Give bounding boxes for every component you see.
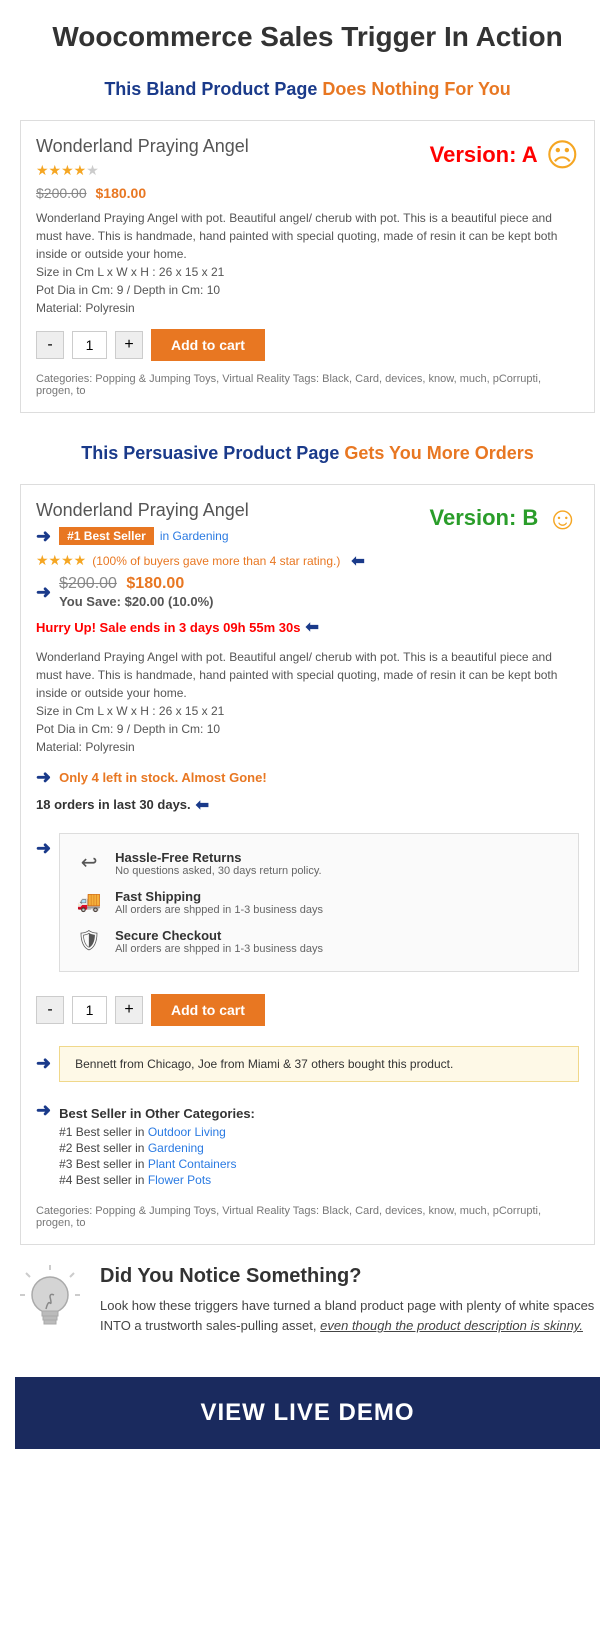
version-b-qty-cart: - + Add to cart: [36, 994, 579, 1026]
notice-heading: Did You Notice Something?: [100, 1265, 600, 1288]
arrow-stock: ➜: [36, 767, 51, 788]
arrow-hurry: ⬅: [305, 617, 318, 637]
secure-icon: 🛡: [75, 928, 103, 953]
section-heading-b-orange: Gets You More Orders: [344, 443, 533, 463]
stock-text: Only 4 left in stock. Almost Gone!: [59, 770, 267, 785]
orders-text: 18 orders in last 30 days.: [36, 797, 191, 812]
notice-italic: even though the product description is s…: [320, 1318, 583, 1333]
sad-face-icon: ☹: [546, 136, 579, 174]
section-heading-a-orange: Does Nothing For You: [322, 79, 510, 99]
trust-checkout: 🛡 Secure Checkout All orders are shpped …: [75, 922, 563, 961]
best-seller-1-link[interactable]: Outdoor Living: [148, 1125, 226, 1139]
best-seller-4-link[interactable]: Flower Pots: [148, 1173, 211, 1187]
best-seller-4: #4 Best seller in Flower Pots: [59, 1173, 255, 1187]
arrow-best-seller: ➜: [36, 526, 51, 547]
version-a-label: Version: A: [430, 142, 538, 168]
version-a-qty-minus[interactable]: -: [36, 331, 64, 359]
version-a-badge: Version: A ☹: [430, 136, 579, 174]
version-a-add-to-cart[interactable]: Add to cart: [151, 329, 265, 361]
trust-box: ↩ Hassle-Free Returns No questions asked…: [59, 833, 579, 972]
version-a-price-sale: $180.00: [96, 185, 147, 201]
shipping-icon: 🚚: [75, 889, 103, 914]
version-a-qty-input[interactable]: [72, 331, 107, 359]
rating-row: ★★★★ (100% of buyers gave more than 4 st…: [36, 551, 579, 571]
trust-shipping-desc: All orders are shpped in 1-3 business da…: [115, 904, 323, 916]
trust-returns: ↩ Hassle-Free Returns No questions asked…: [75, 844, 563, 883]
best-seller-row: ➜ #1 Best Seller in Gardening: [36, 526, 579, 547]
best-seller-3-link[interactable]: Plant Containers: [148, 1157, 237, 1171]
you-save-text: You Save: $20.00 (10.0%): [59, 594, 213, 609]
best-seller-3: #3 Best seller in Plant Containers: [59, 1157, 255, 1171]
orders-row: 18 orders in last 30 days. ⬅: [36, 795, 579, 815]
arrow-price: ➜: [36, 582, 51, 603]
version-a-qty-cart: - + Add to cart: [36, 329, 579, 361]
returns-icon: ↩: [75, 850, 103, 875]
trust-returns-label: Hassle-Free Returns: [115, 850, 321, 865]
best-seller-badge: #1 Best Seller: [59, 527, 154, 545]
hurry-up-row: Hurry Up! Sale ends in 3 days 09h 55m 30…: [36, 615, 579, 640]
recent-buyers: Bennett from Chicago, Joe from Miami & 3…: [59, 1046, 579, 1082]
section-heading-a: This Bland Product Page Does Nothing For…: [0, 69, 615, 110]
best-seller-others: Best Seller in Other Categories: #1 Best…: [59, 1106, 255, 1189]
arrow-trust: ➜: [36, 838, 51, 859]
hurry-up-text: Hurry Up! Sale ends in 3 days 09h 55m 30…: [36, 620, 300, 635]
section-heading-b-blue: This Persuasive Product Page: [81, 443, 339, 463]
cta-button[interactable]: VIEW LIVE DEMO: [15, 1377, 600, 1449]
arrow-best-sellers: ➜: [36, 1100, 51, 1121]
notice-section: Did You Notice Something? Look how these…: [15, 1265, 600, 1357]
best-seller-others-row: ➜ Best Seller in Other Categories: #1 Be…: [36, 1098, 579, 1197]
version-a-qty-plus[interactable]: +: [115, 331, 143, 359]
recent-buyers-row: ➜ Bennett from Chicago, Joe from Miami &…: [36, 1038, 579, 1090]
trust-checkout-label: Secure Checkout: [115, 928, 323, 943]
version-a-price-row: $200.00 $180.00: [36, 185, 579, 201]
version-b-price-row: ➜ $200.00 $180.00 You Save: $20.00 (10.0…: [36, 575, 579, 611]
best-seller-2-link[interactable]: Gardening: [148, 1141, 204, 1155]
trust-shipping: 🚚 Fast Shipping All orders are shpped in…: [75, 883, 563, 922]
best-seller-2: #2 Best seller in Gardening: [59, 1141, 255, 1155]
trust-checkout-desc: All orders are shpped in 1-3 business da…: [115, 943, 323, 955]
trust-shipping-label: Fast Shipping: [115, 889, 323, 904]
version-b-categories: Categories: Popping & Jumping Toys, Virt…: [36, 1205, 579, 1229]
version-a-description: Wonderland Praying Angel with pot. Beaut…: [36, 209, 579, 317]
bulb-icon: [15, 1265, 85, 1357]
version-b-description: Wonderland Praying Angel with pot. Beaut…: [36, 648, 579, 756]
arrow-rating: ⬅: [351, 551, 364, 571]
page-title: Woocommerce Sales Trigger In Action: [0, 0, 615, 69]
best-sellers-title: Best Seller in Other Categories:: [59, 1106, 255, 1121]
version-b-qty-input[interactable]: [72, 996, 107, 1024]
trust-row: ➜ ↩ Hassle-Free Returns No questions ask…: [36, 823, 579, 982]
notice-paragraph: Look how these triggers have turned a bl…: [100, 1296, 600, 1338]
arrow-orders: ⬅: [196, 795, 209, 815]
version-b-price-sale: $180.00: [126, 575, 184, 592]
notice-text: Did You Notice Something? Look how these…: [100, 1265, 600, 1338]
version-b-qty-minus[interactable]: -: [36, 996, 64, 1024]
rating-text: (100% of buyers gave more than 4 star ra…: [92, 554, 340, 568]
section-heading-a-blue: This Bland Product Page: [104, 79, 317, 99]
best-seller-1: #1 Best seller in Outdoor Living: [59, 1125, 255, 1139]
trust-returns-desc: No questions asked, 30 days return polic…: [115, 865, 321, 877]
version-b-product-box: Version: B ☺ Wonderland Praying Angel ➜ …: [20, 484, 595, 1245]
section-heading-b: This Persuasive Product Page Gets You Mo…: [0, 433, 615, 474]
arrow-buyers: ➜: [36, 1053, 51, 1074]
best-seller-category: in Gardening: [160, 529, 229, 543]
stock-row: ➜ Only 4 left in stock. Almost Gone!: [36, 764, 579, 791]
version-b-qty-plus[interactable]: +: [115, 996, 143, 1024]
version-a-product-box: Version: A ☹ Wonderland Praying Angel ★★…: [20, 120, 595, 413]
version-a-price-original: $200.00: [36, 185, 87, 201]
version-a-categories: Categories: Popping & Jumping Toys, Virt…: [36, 373, 579, 397]
version-b-add-to-cart[interactable]: Add to cart: [151, 994, 265, 1026]
version-b-stars: ★★★★: [36, 552, 86, 569]
version-b-price-original: $200.00: [59, 575, 117, 592]
